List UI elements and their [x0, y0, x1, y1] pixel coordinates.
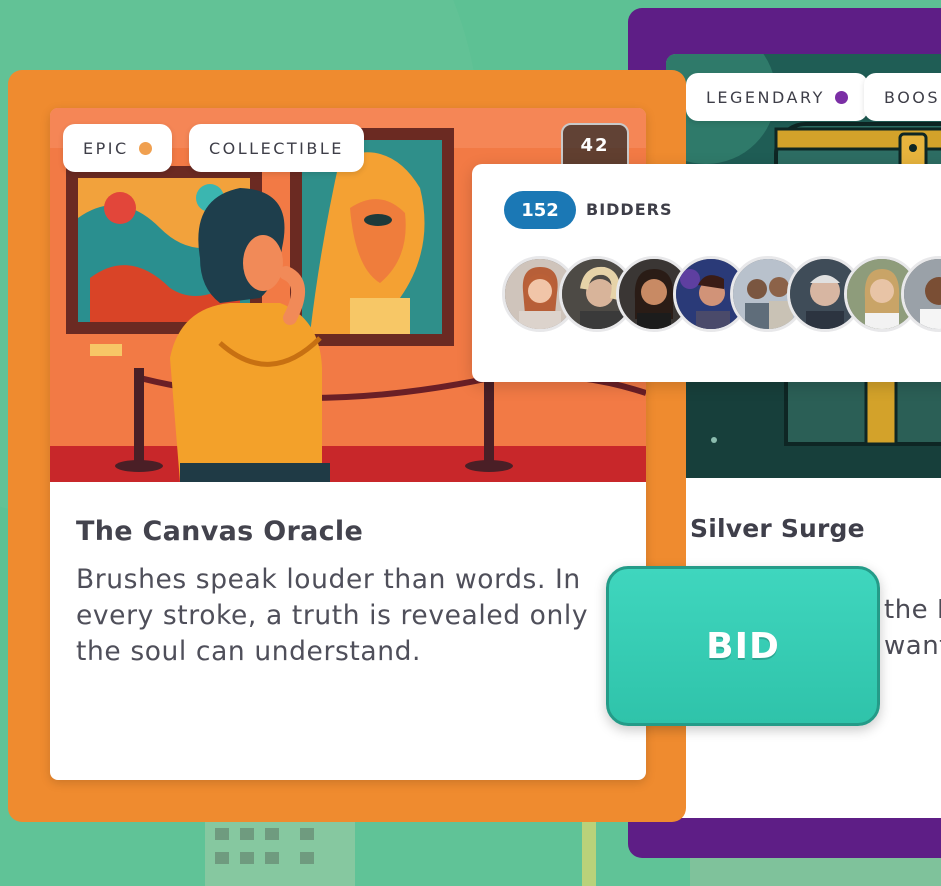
tag-epic[interactable]: EPIC — [63, 124, 172, 172]
bidder-avatar-list — [502, 256, 941, 338]
back-card-title: Silver Surge — [690, 514, 865, 543]
bidder-count-badge: 152 — [504, 191, 576, 229]
epic-dot-icon — [138, 141, 152, 155]
legendary-dot-icon — [834, 90, 848, 104]
card-title: The Canvas Oracle — [76, 516, 364, 547]
tag-collectible[interactable]: COLLECTIBLE — [189, 124, 364, 172]
bid-button[interactable]: BID — [606, 566, 880, 726]
tag-legendary[interactable]: LEGENDARY — [686, 73, 868, 121]
bidders-label: BIDDERS — [586, 200, 673, 219]
back-card-description: the F want — [884, 595, 941, 661]
tag-collectible-label: COLLECTIBLE — [209, 138, 344, 158]
tag-boost[interactable]: BOOS — [864, 73, 941, 121]
card-description: Brushes speak louder than words. In ever… — [76, 564, 589, 667]
bidders-panel: 152 BIDDERS — [472, 164, 941, 382]
tag-epic-label: EPIC — [83, 138, 129, 158]
tag-legendary-label: LEGENDARY — [706, 87, 825, 107]
tag-boost-label: BOOS — [884, 87, 941, 107]
